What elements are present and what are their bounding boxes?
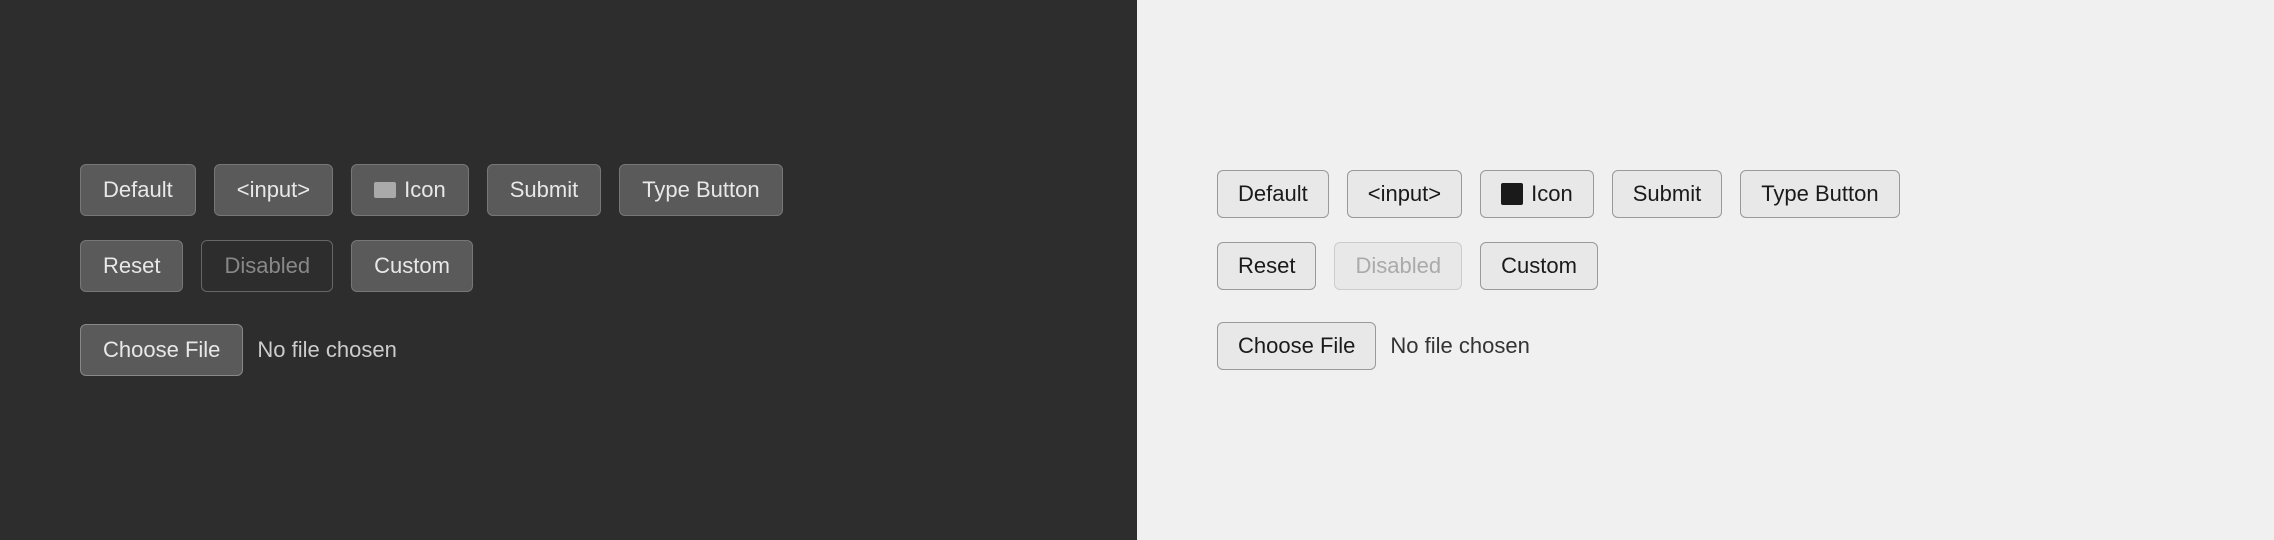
dark-no-file-text: No file chosen: [257, 337, 396, 363]
light-reset-button[interactable]: Reset: [1217, 242, 1316, 290]
dark-icon-button[interactable]: Icon: [351, 164, 469, 216]
light-icon-label: Icon: [1531, 181, 1573, 207]
light-row-2: Reset Disabled Custom: [1217, 242, 1598, 290]
square-icon: [1501, 183, 1523, 205]
light-input-button[interactable]: <input>: [1347, 170, 1462, 218]
light-no-file-text: No file chosen: [1390, 333, 1529, 359]
light-choose-file-button[interactable]: Choose File: [1217, 322, 1376, 370]
light-panel: Default <input> Icon Submit Type Button …: [1137, 0, 2274, 540]
light-custom-button[interactable]: Custom: [1480, 242, 1598, 290]
dark-type-button[interactable]: Type Button: [619, 164, 782, 216]
dark-reset-button[interactable]: Reset: [80, 240, 183, 292]
dark-file-row: Choose File No file chosen: [80, 324, 397, 376]
light-type-button[interactable]: Type Button: [1740, 170, 1899, 218]
light-disabled-button: Disabled: [1334, 242, 1462, 290]
dark-row-1: Default <input> Icon Submit Type Button: [80, 164, 783, 216]
light-submit-button[interactable]: Submit: [1612, 170, 1722, 218]
dark-panel: Default <input> Icon Submit Type Button …: [0, 0, 1137, 540]
dark-choose-file-button[interactable]: Choose File: [80, 324, 243, 376]
light-row-1: Default <input> Icon Submit Type Button: [1217, 170, 1900, 218]
dark-submit-button[interactable]: Submit: [487, 164, 601, 216]
dark-default-button[interactable]: Default: [80, 164, 196, 216]
dark-custom-button[interactable]: Custom: [351, 240, 473, 292]
dark-icon-label: Icon: [404, 177, 446, 203]
light-file-row: Choose File No file chosen: [1217, 322, 1530, 370]
envelope-icon: [374, 182, 396, 198]
dark-disabled-button: Disabled: [201, 240, 333, 292]
dark-row-2: Reset Disabled Custom: [80, 240, 473, 292]
light-icon-button[interactable]: Icon: [1480, 170, 1594, 218]
dark-input-button[interactable]: <input>: [214, 164, 333, 216]
light-default-button[interactable]: Default: [1217, 170, 1329, 218]
